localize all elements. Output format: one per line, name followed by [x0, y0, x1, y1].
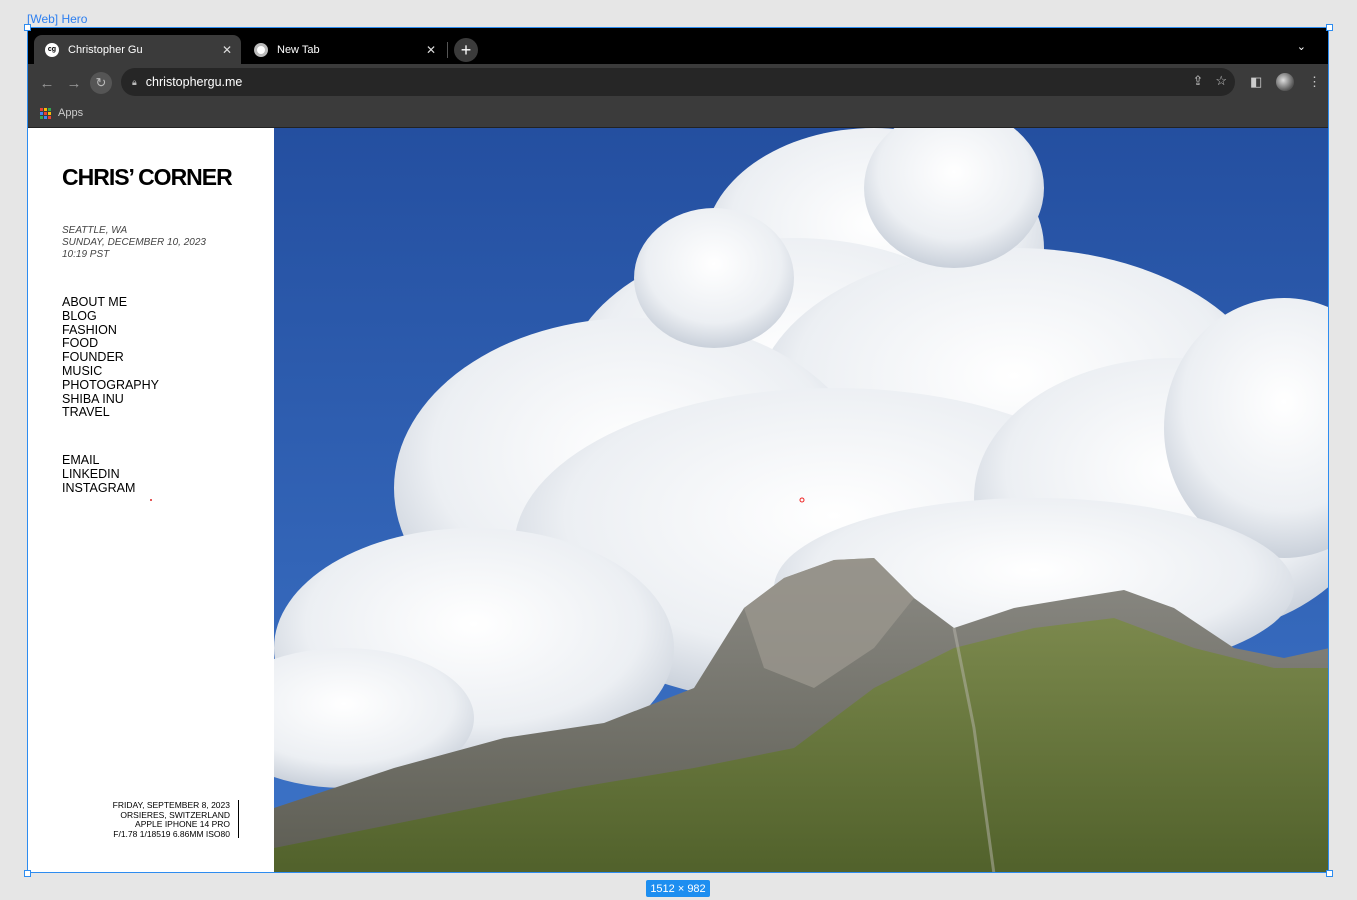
link-email[interactable]: EMAIL — [62, 453, 135, 468]
apps-label: Apps — [58, 107, 84, 119]
tab-christopher-gu[interactable]: cg Christopher Gu ✕ — [34, 35, 241, 64]
current-date: SUNDAY, DECEMBER 10, 2023 — [62, 237, 206, 248]
share-icon[interactable]: ⇪ — [1192, 73, 1203, 89]
current-time: 10:19 PST — [62, 249, 110, 260]
cursor-dot — [150, 499, 152, 501]
reload-icon[interactable]: ↻ — [90, 72, 112, 94]
resize-handle-top-right[interactable] — [1326, 24, 1333, 31]
site-sidebar: CHRIS’ CORNER SEATTLE, WA SUNDAY, DECEMB… — [28, 128, 274, 872]
url-text: christophergu.me — [145, 75, 243, 89]
close-icon[interactable]: ✕ — [423, 42, 439, 58]
photo-caption: FRIDAY, SEPTEMBER 8, 2023 ORSIERES, SWIT… — [113, 800, 230, 839]
nav-link-founder[interactable]: FOUNDER — [62, 350, 159, 365]
hero-photo — [274, 128, 1328, 872]
tab-title: Christopher Gu — [68, 43, 143, 56]
new-tab-button[interactable]: + — [454, 38, 478, 62]
lock-icon[interactable]: 🔒︎ — [132, 77, 137, 88]
caption-divider — [238, 800, 239, 838]
nav-link-fashion[interactable]: FASHION — [62, 323, 159, 338]
web-page: CHRIS’ CORNER SEATTLE, WA SUNDAY, DECEMB… — [28, 128, 1328, 872]
photo-settings: F/1.78 1/18519 6.86MM ISO80 — [113, 828, 230, 839]
resize-handle-top-left[interactable] — [24, 24, 31, 31]
nav-link-about-me[interactable]: ABOUT ME — [62, 295, 159, 310]
chevron-down-icon[interactable]: ⌄ — [1297, 40, 1306, 53]
more-menu-icon[interactable]: ⋮ — [1308, 74, 1321, 90]
resize-handle-bottom-left[interactable] — [24, 870, 31, 877]
size-badge: 1512 × 982 — [646, 880, 710, 897]
site-brand[interactable]: CHRIS’ CORNER — [62, 164, 233, 191]
mountain-cloud-image — [274, 128, 1328, 872]
location: SEATTLE, WA — [62, 225, 128, 236]
apps-bookmark[interactable]: Apps — [40, 107, 83, 119]
back-icon[interactable]: ← — [36, 72, 58, 94]
apps-grid-icon — [40, 107, 51, 119]
frame-label: [Web] Hero — [27, 12, 88, 26]
hero-frame[interactable]: cg Christopher Gu ✕ New Tab ✕ + ⌄ ← → ↻ … — [27, 27, 1329, 873]
link-linkedin[interactable]: LINKEDIN — [62, 467, 135, 482]
nav-link-food[interactable]: FOOD — [62, 337, 159, 351]
site-favicon-icon: cg — [45, 42, 59, 57]
address-bar[interactable]: 🔒︎ christophergu.me ⇪ ☆ — [121, 68, 1235, 96]
link-instagram[interactable]: INSTAGRAM — [62, 481, 135, 496]
tab-separator — [447, 42, 448, 58]
tab-new-tab[interactable]: New Tab ✕ — [243, 35, 445, 64]
location-datetime: SEATTLE, WA SUNDAY, DECEMBER 10, 2023 10… — [62, 225, 206, 261]
site-nav: ABOUT ME BLOG FASHION FOOD FOUNDER MUSIC… — [62, 295, 159, 420]
nav-link-photography[interactable]: PHOTOGRAPHY — [62, 378, 159, 393]
side-panel-icon[interactable]: ◧ — [1250, 74, 1262, 90]
forward-icon[interactable]: → — [63, 72, 85, 94]
resize-handle-bottom-right[interactable] — [1326, 870, 1333, 877]
nav-link-music[interactable]: MUSIC — [62, 364, 159, 379]
tab-bar: cg Christopher Gu ✕ New Tab ✕ + ⌄ — [28, 28, 1328, 64]
tab-title: New Tab — [277, 43, 320, 56]
chrome-icon — [254, 42, 268, 57]
bookmark-star-icon[interactable]: ☆ — [1215, 73, 1227, 89]
nav-link-shiba-inu[interactable]: SHIBA INU — [62, 392, 159, 407]
nav-link-blog[interactable]: BLOG — [62, 309, 159, 324]
bookmarks-bar: Apps — [28, 100, 1328, 128]
social-links: EMAIL LINKEDIN INSTAGRAM — [62, 453, 135, 496]
profile-avatar[interactable] — [1276, 73, 1294, 91]
nav-link-travel[interactable]: TRAVEL — [62, 406, 159, 420]
browser-toolbar: ← → ↻ 🔒︎ christophergu.me ⇪ ☆ ◧ ⋮ — [28, 64, 1328, 100]
close-icon[interactable]: ✕ — [219, 42, 235, 58]
